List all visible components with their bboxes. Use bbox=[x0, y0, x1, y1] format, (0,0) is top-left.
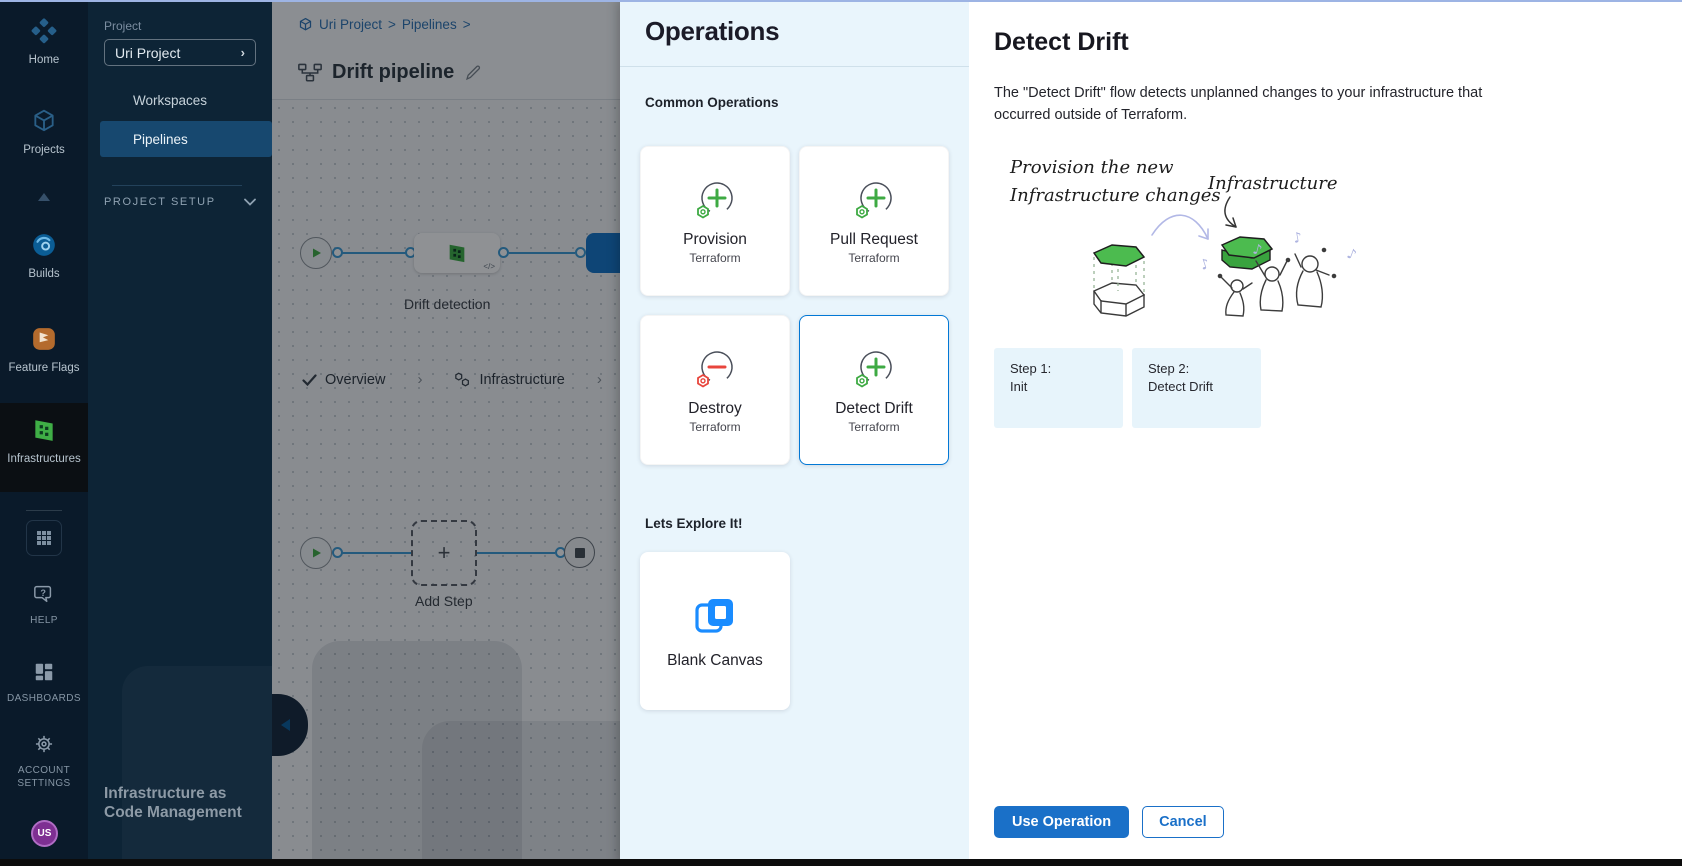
operation-card-destroy[interactable]: Destroy Terraform bbox=[640, 315, 790, 465]
detect-drift-terraform-icon bbox=[850, 346, 898, 394]
hexagon-green bbox=[1222, 237, 1272, 269]
window-top-border bbox=[0, 0, 1682, 2]
sidebar-divider bbox=[26, 510, 62, 511]
sidebar-item-label: Projects bbox=[0, 144, 88, 156]
sidebar-item-account-settings[interactable]: ACCOUNT SETTINGS bbox=[0, 733, 88, 790]
svg-text:?: ? bbox=[40, 588, 46, 598]
module-browser-button[interactable] bbox=[26, 520, 62, 556]
operation-subtitle: Terraform bbox=[689, 251, 740, 265]
detail-description: The "Detect Drift" flow detects unplanne… bbox=[994, 83, 1539, 127]
detect-drift-illustration: Provision the new Infrastructure changes… bbox=[994, 145, 1394, 330]
pull-request-terraform-icon bbox=[850, 177, 898, 225]
operation-subtitle: Terraform bbox=[848, 420, 899, 434]
destroy-terraform-icon bbox=[691, 346, 739, 394]
help-chat-icon: ? bbox=[33, 583, 55, 605]
sidebar-item-dashboards[interactable]: DASHBOARDS bbox=[0, 661, 88, 706]
grid-icon bbox=[36, 530, 52, 546]
nav-item-label: Workspaces bbox=[133, 93, 207, 108]
builds-icon bbox=[31, 232, 57, 258]
infrastructures-icon bbox=[31, 417, 57, 443]
hexagon-wireframe bbox=[1094, 245, 1144, 316]
step-name: Detect Drift bbox=[1148, 378, 1261, 397]
operations-drawer: Operations Common Operations Provision T… bbox=[620, 0, 969, 866]
sidebar-item-infrastructures[interactable]: Infrastructures bbox=[0, 417, 88, 465]
sidebar-watermark bbox=[122, 666, 272, 866]
operation-card-provision[interactable]: Provision Terraform bbox=[640, 146, 790, 296]
detail-title: Detect Drift bbox=[994, 28, 1652, 57]
step-card-2: Step 2: Detect Drift bbox=[1132, 348, 1261, 428]
illustration-label: Infrastructure changes bbox=[1009, 185, 1221, 206]
modal-overlay[interactable] bbox=[272, 0, 620, 866]
avatar-initials: US bbox=[38, 828, 52, 839]
use-operation-button[interactable]: Use Operation bbox=[994, 806, 1129, 838]
operation-detail-panel: Detect Drift The "Detect Drift" flow det… bbox=[969, 0, 1682, 866]
dialog-actions: Use Operation Cancel bbox=[994, 806, 1224, 838]
project-selector-value: Uri Project bbox=[115, 45, 180, 61]
step-card-1: Step 1: Init bbox=[994, 348, 1123, 428]
feature-flags-icon bbox=[31, 326, 57, 352]
step-title: Step 1: bbox=[1010, 360, 1123, 379]
user-avatar[interactable]: US bbox=[31, 820, 58, 847]
svg-text:♪: ♪ bbox=[1292, 229, 1304, 246]
blank-canvas-card[interactable]: Blank Canvas bbox=[640, 552, 790, 710]
operation-name: Provision bbox=[683, 231, 747, 249]
operation-name: Detect Drift bbox=[835, 400, 913, 418]
project-field-label: Project bbox=[104, 19, 141, 33]
section-label: PROJECT SETUP bbox=[104, 196, 216, 208]
provision-terraform-icon bbox=[691, 177, 739, 225]
operation-name: Pull Request bbox=[830, 231, 918, 249]
gear-icon bbox=[33, 733, 55, 755]
sidebar-divider bbox=[112, 185, 242, 186]
drawer-title: Operations bbox=[645, 16, 949, 47]
step-name: Init bbox=[1010, 378, 1123, 397]
projects-icon bbox=[31, 108, 57, 134]
sidebar-item-home[interactable]: Home bbox=[0, 18, 88, 66]
operation-name: Destroy bbox=[688, 400, 741, 418]
project-selector[interactable]: Uri Project › bbox=[104, 39, 256, 66]
project-setup-section[interactable]: PROJECT SETUP bbox=[104, 196, 256, 208]
app-window: Home Projects Builds bbox=[0, 0, 1682, 866]
sidebar-item-projects[interactable]: Projects bbox=[0, 108, 88, 156]
sidebar-item-pipelines[interactable]: Pipelines bbox=[100, 121, 272, 157]
sidebar-item-label: Builds bbox=[0, 268, 88, 280]
module-footer-title: Infrastructure as Code Management bbox=[104, 784, 264, 823]
sidebar-item-builds[interactable]: Builds bbox=[0, 232, 88, 280]
operation-subtitle: Terraform bbox=[689, 420, 740, 434]
module-sidebar: Home Projects Builds bbox=[0, 0, 88, 866]
sidebar-item-label: ACCOUNT SETTINGS bbox=[9, 765, 79, 790]
step-title: Step 2: bbox=[1148, 360, 1261, 379]
svg-text:♪: ♪ bbox=[1345, 245, 1359, 263]
illustration-label: Infrastructure bbox=[1207, 173, 1338, 194]
sidebar-item-label: DASHBOARDS bbox=[0, 693, 88, 706]
sidebar-item-workspaces[interactable]: Workspaces bbox=[100, 82, 272, 118]
blank-canvas-icon bbox=[692, 592, 738, 638]
sidebar-item-feature-flags[interactable]: Feature Flags bbox=[0, 326, 88, 374]
sidebar-item-label: Infrastructures bbox=[0, 453, 88, 465]
cancel-button[interactable]: Cancel bbox=[1142, 806, 1224, 838]
operation-card-pull-request[interactable]: Pull Request Terraform bbox=[799, 146, 949, 296]
triangle-up-icon bbox=[36, 192, 52, 202]
chevron-right-icon: › bbox=[241, 45, 245, 60]
illustration-label: Provision the new bbox=[1009, 157, 1174, 178]
operation-subtitle: Terraform bbox=[848, 251, 899, 265]
card-name: Blank Canvas bbox=[667, 652, 763, 670]
svg-text:♪: ♪ bbox=[1198, 255, 1211, 273]
operation-card-detect-drift[interactable]: Detect Drift Terraform bbox=[799, 315, 949, 465]
sidebar-item-label: Feature Flags bbox=[0, 362, 88, 374]
explore-heading: Lets Explore It! bbox=[645, 516, 949, 531]
chevron-down-icon bbox=[244, 198, 256, 206]
drawer-divider bbox=[620, 66, 969, 67]
sidebar-item-help[interactable]: ? HELP bbox=[0, 583, 88, 628]
window-bottom-bar bbox=[0, 859, 1682, 866]
sidebar-item-label: HELP bbox=[0, 615, 88, 628]
nav-item-label: Pipelines bbox=[133, 132, 188, 147]
common-operations-heading: Common Operations bbox=[645, 95, 949, 110]
home-icon bbox=[31, 18, 57, 44]
sidebar-item-label: Home bbox=[0, 54, 88, 66]
operations-grid: Provision Terraform Pull Request Terrafo… bbox=[640, 146, 949, 465]
collapse-modules-button[interactable] bbox=[0, 190, 88, 205]
steps-row: Step 1: Init Step 2: Detect Drift bbox=[994, 348, 1652, 428]
project-sidebar: Project Uri Project › Workspaces Pipelin… bbox=[88, 0, 272, 866]
dashboards-icon bbox=[33, 661, 55, 683]
